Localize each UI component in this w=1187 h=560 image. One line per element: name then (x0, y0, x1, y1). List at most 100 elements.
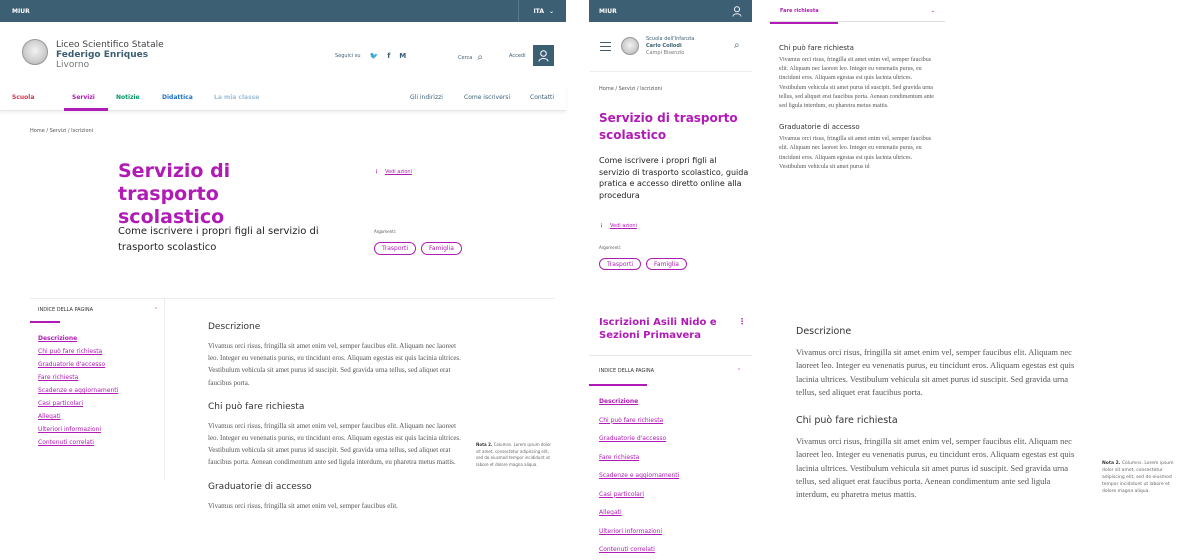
hamburger-icon[interactable] (600, 42, 611, 51)
section-text: Vivamus orci risus, fringilla sit amet e… (779, 136, 932, 170)
mobile-toc-progress (589, 384, 647, 386)
more-vertical-icon: ⋮ (599, 223, 604, 229)
toc-item-scadenze[interactable]: Scadenze e aggiornamenti (38, 384, 118, 397)
toc-item-allegati[interactable]: Allegati (38, 410, 118, 423)
mobile-header: Scuola dell'Infanzia Carlo Collodi Campi… (589, 22, 752, 72)
section-title: Graduatorie di accesso (208, 481, 312, 492)
twitter-icon[interactable]: 🐦 (369, 52, 378, 60)
topbar-org[interactable]: MIUR (12, 8, 30, 15)
section-title: Descrizione (796, 326, 852, 337)
accordion-progress (770, 22, 838, 24)
mobile-toc-divider (589, 355, 752, 356)
topbar-org[interactable]: MIUR (599, 8, 617, 15)
toc-header-label: INDICE DELLA PAGINA (38, 307, 94, 313)
nav-item-come-iscriversi[interactable]: Come iscriversi (464, 94, 510, 101)
toc-item-chi-puo[interactable]: Chi può fare richiesta (599, 412, 679, 431)
login-button[interactable] (533, 45, 554, 66)
section-text: Vivamus orci risus, fringilla sit amet e… (208, 421, 461, 467)
nav-item-didattica[interactable]: Didattica (162, 94, 193, 101)
nav-item-notizie[interactable]: Notizie (116, 94, 140, 101)
nav-item-gli-indirizzi[interactable]: Gli indirizzi (410, 94, 443, 101)
nav-item-contatti[interactable]: Contatti (530, 94, 554, 101)
toc-item-graduatorie[interactable]: Graduatorie d'accesso (599, 430, 679, 449)
search-button[interactable]: Cerca ⌕ (458, 52, 483, 63)
toc-item-chi-puo[interactable]: Chi può fare richiesta (38, 345, 118, 358)
page-title: Servizio di trasporto scolastico (118, 160, 231, 228)
facebook-icon[interactable]: f (387, 52, 390, 60)
mobile-toc-title: Iscrizioni Asili Nido e Sezioni Primaver… (599, 317, 717, 341)
follow-label: Seguici su (335, 53, 361, 59)
toc-item-descrizione[interactable]: Descrizione (38, 332, 118, 345)
nav-active-indicator (64, 108, 108, 111)
user-icon (538, 49, 549, 62)
argomenti-label: Argomenti: (374, 229, 397, 234)
section-text: Vivamus orci risus, fringilla sit amet e… (796, 347, 1075, 397)
breadcrumb[interactable]: Home / Servizi / Iscrizioni (30, 128, 93, 134)
more-vertical-icon: ⋮ (374, 169, 379, 175)
section-text: Vivamus orci risus, fringilla sit amet e… (779, 57, 934, 110)
desktop-content: Descrizione Vivamus orci risus, fringill… (208, 322, 463, 554)
language-label: ITA (533, 7, 544, 15)
nav-item-la-mia-classe[interactable]: La mia classe (214, 94, 259, 101)
more-vertical-icon[interactable]: ⋮ (738, 317, 746, 326)
toc-item-scadenze[interactable]: Scadenze e aggiornamenti (599, 467, 679, 486)
tags: Trasporti Famiglia (374, 242, 462, 255)
toc-item-ulteriori[interactable]: Ulteriori informazioni (599, 523, 679, 542)
toc-item-fare-richiesta[interactable]: Fare richiesta (599, 449, 679, 468)
toc-item-correlati[interactable]: Contenuti correlati (38, 436, 118, 449)
toc-item-graduatorie[interactable]: Graduatorie d'accesso (38, 358, 118, 371)
actions-label: Vedi azioni (610, 223, 637, 229)
search-icon: ⌕ (477, 52, 483, 63)
zoom-content: Descrizione Vivamus orci risus, fringill… (796, 326, 1080, 554)
toc-item-casi[interactable]: Casi particolari (38, 397, 118, 410)
section-title: Chi può fare richiesta (779, 44, 854, 52)
section-text: Vivamus orci risus, fringilla sit amet e… (208, 501, 398, 510)
tag-trasporti[interactable]: Trasporti (374, 242, 417, 255)
accordion-content: Chi può fare richiesta Vivamus orci risu… (779, 44, 939, 270)
desktop-nav: Scuola Servizi Notizie Didattica La mia … (0, 84, 566, 111)
toc-header[interactable]: INDICE DELLA PAGINA ⌃ (38, 307, 158, 313)
toc-progress (30, 321, 60, 323)
toc-item-fare-richiesta[interactable]: Fare richiesta (38, 371, 118, 384)
toc-item-ulteriori[interactable]: Ulteriori informazioni (38, 423, 118, 436)
toc-item-descrizione[interactable]: Descrizione (599, 393, 679, 412)
section-title: Chi può fare richiesta (208, 401, 305, 412)
toc-item-allegati[interactable]: Allegati (599, 504, 679, 523)
actions-link[interactable]: ⋮ Vedi azioni (374, 169, 412, 175)
school-name-line2: Carlo Collodi (646, 43, 682, 49)
tag-trasporti[interactable]: Trasporti (599, 258, 642, 270)
user-icon[interactable] (732, 5, 742, 17)
mobile-actions-link[interactable]: ⋮ Vedi azioni (599, 223, 637, 229)
desktop-topbar: MIUR ITA ⌄ (0, 0, 566, 22)
tag-famiglia[interactable]: Famiglia (421, 242, 462, 255)
note-label: Nota 2. (1102, 461, 1121, 466)
mobile-breadcrumb[interactable]: Home / Servizi / Iscrizioni (599, 86, 662, 92)
medium-icon[interactable]: M (399, 52, 406, 60)
toc-header-label: INDICE DELLA PAGINA (599, 368, 655, 374)
toc-item-casi[interactable]: Casi particolari (599, 486, 679, 505)
section-title: Chi può fare richiesta (796, 415, 898, 427)
chevron-up-icon: ⌃ (736, 368, 741, 374)
school-name[interactable]: Scuola dell'Infanzia Carlo Collodi Campi… (646, 36, 694, 57)
school-name-line1: Scuola dell'Infanzia (646, 36, 695, 42)
desktop-toc: INDICE DELLA PAGINA ⌃ Descrizione Chi pu… (30, 298, 165, 480)
toc-list: Descrizione Chi può fare richiesta Gradu… (38, 332, 118, 449)
nav-item-servizi[interactable]: Servizi (72, 94, 95, 101)
mobile-toc-header[interactable]: INDICE DELLA PAGINA ⌃ (599, 368, 741, 374)
mobile-tags: Trasporti Famiglia (599, 258, 687, 270)
actions-label: Vedi azioni (385, 169, 412, 175)
school-name-line2: Federigo Enriques (56, 50, 149, 60)
search-icon[interactable]: ⌕ (734, 40, 740, 51)
mobile-page-subtitle: Come iscrivere i propri figli al servizi… (599, 156, 749, 200)
page-subtitle: Come iscrivere i propri figli al servizi… (118, 226, 319, 253)
section-title: Graduatorie di accesso (779, 123, 860, 132)
chevron-down-icon: ⌄ (548, 7, 554, 15)
toc-item-correlati[interactable]: Contenuti correlati (599, 541, 679, 560)
language-select[interactable]: ITA ⌄ (518, 0, 554, 22)
school-name[interactable]: Liceo Scientifico Statale Federigo Enriq… (56, 40, 164, 70)
nav-item-scuola[interactable]: Scuola (12, 94, 34, 101)
login-label[interactable]: Accedi (509, 53, 525, 59)
school-name-line1: Liceo Scientifico Statale (56, 40, 164, 50)
accordion-header[interactable]: Fare richiesta ⌄ (770, 0, 945, 22)
tag-famiglia[interactable]: Famiglia (646, 258, 687, 270)
